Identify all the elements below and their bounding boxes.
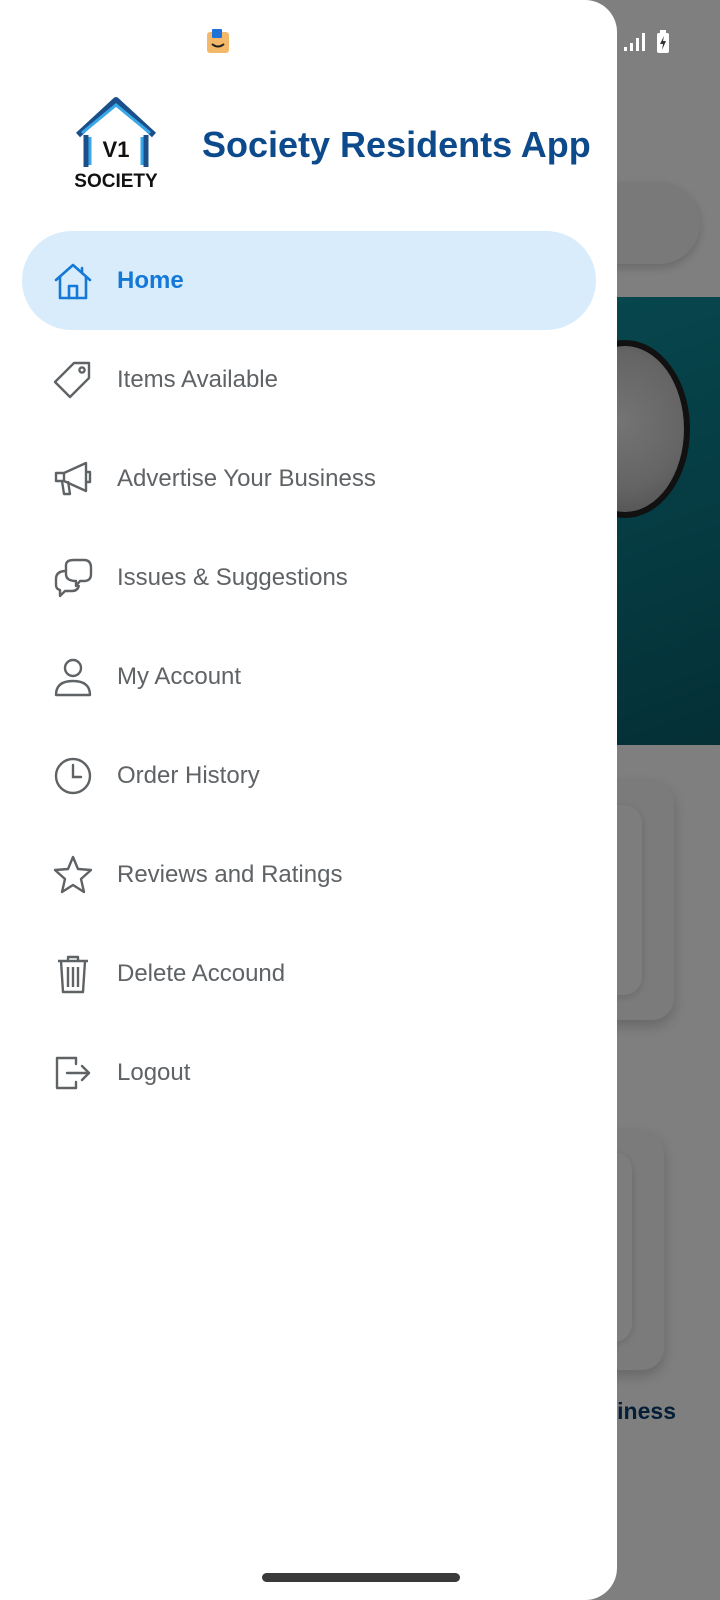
- logout-icon: [52, 1052, 94, 1094]
- drawer-menu: Home Items Available Advertise Your Busi…: [22, 231, 596, 1122]
- menu-item-delete-account[interactable]: Delete Accound: [22, 924, 596, 1023]
- user-icon: [52, 656, 94, 698]
- amazon-app-icon: [207, 29, 229, 53]
- menu-item-order-history[interactable]: Order History: [22, 726, 596, 825]
- menu-item-label: Delete Accound: [117, 959, 286, 987]
- home-icon: [52, 260, 94, 302]
- menu-item-reviews-ratings[interactable]: Reviews and Ratings: [22, 825, 596, 924]
- menu-item-my-account[interactable]: My Account: [22, 627, 596, 726]
- clock-icon: [52, 755, 94, 797]
- menu-item-label: Items Available: [117, 365, 278, 393]
- signal-icon: [624, 33, 645, 51]
- menu-item-label: Advertise Your Business: [117, 464, 376, 492]
- chat-bubbles-icon: [52, 557, 94, 599]
- menu-item-label: Logout: [117, 1058, 191, 1086]
- screen: iness V1 SOCIETY: [0, 0, 720, 1600]
- logo-bottom-text: SOCIETY: [74, 171, 158, 192]
- tag-icon: [52, 359, 94, 401]
- battery-charging-icon: [657, 30, 669, 53]
- status-bar-icons: [610, 30, 670, 54]
- megaphone-icon: [52, 458, 94, 500]
- menu-item-items-available[interactable]: Items Available: [22, 330, 596, 429]
- menu-item-label: My Account: [117, 662, 242, 690]
- menu-item-issues-suggestions[interactable]: Issues & Suggestions: [22, 528, 596, 627]
- logo-top-text: V1: [103, 137, 130, 162]
- star-icon: [52, 854, 94, 896]
- menu-item-label: Reviews and Ratings: [117, 860, 343, 888]
- menu-item-advertise[interactable]: Advertise Your Business: [22, 429, 596, 528]
- trash-icon: [52, 953, 94, 995]
- menu-item-label: Order History: [117, 761, 260, 789]
- menu-item-label: Home: [117, 266, 184, 294]
- gesture-home-indicator[interactable]: [262, 1573, 460, 1582]
- menu-item-logout[interactable]: Logout: [22, 1023, 596, 1122]
- society-logo: V1 SOCIETY: [74, 97, 158, 192]
- app-title: Society Residents App: [202, 124, 591, 165]
- navigation-drawer: V1 SOCIETY Society Residents App Home It…: [0, 0, 617, 1600]
- menu-item-label: Issues & Suggestions: [117, 563, 348, 591]
- menu-item-home[interactable]: Home: [22, 231, 596, 330]
